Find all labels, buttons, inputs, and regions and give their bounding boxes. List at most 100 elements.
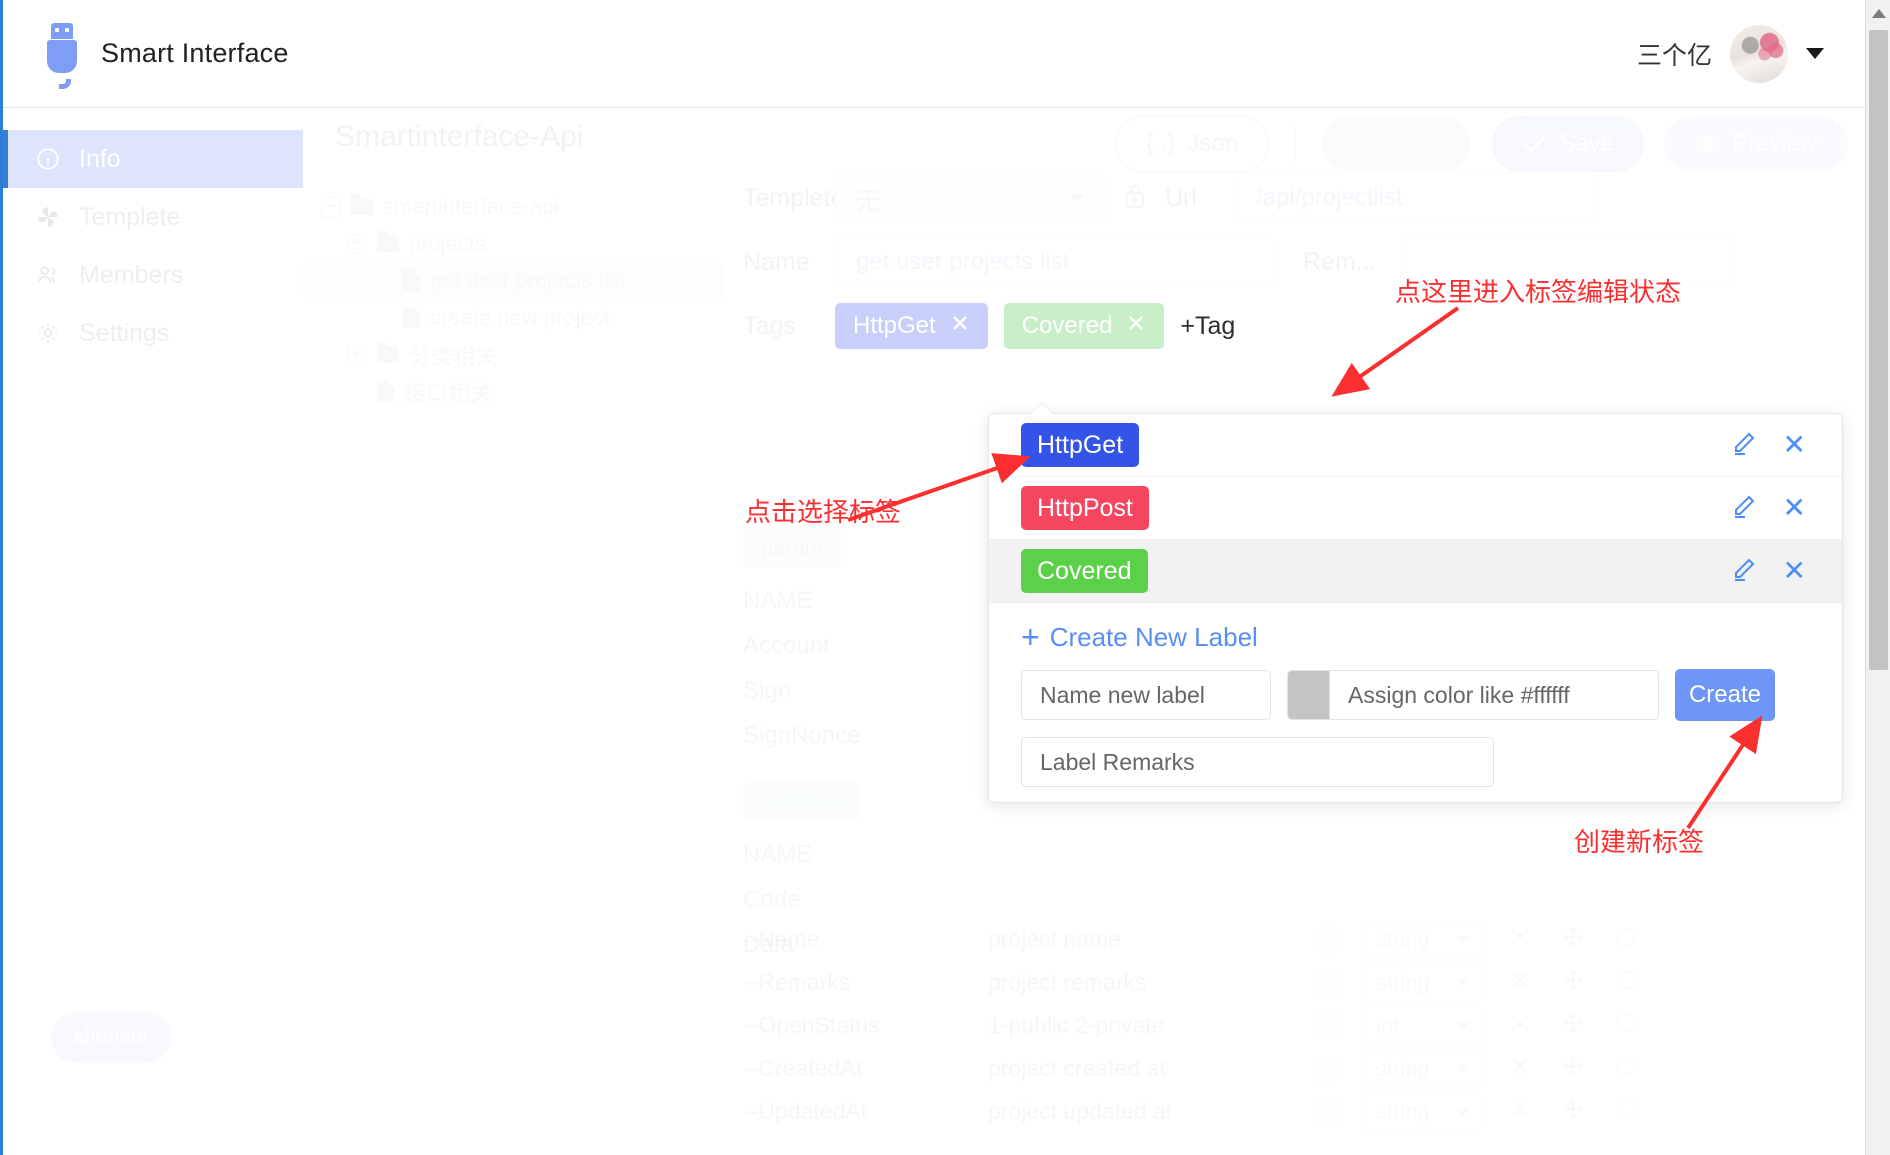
form-row-templete: Templete 无 Url /api/projectlist [743,170,1843,226]
label-row-httpget[interactable]: HttpGet ✕ [989,414,1842,477]
new-label-color-input[interactable]: Assign color like #ffffff [1329,670,1659,720]
tree-node-fenlei-xiangguan[interactable]: + 分类相关 [303,336,723,373]
array-checkbox[interactable] [1313,970,1339,996]
table-row[interactable]: --Remarks project remarks string [743,961,1863,1004]
page-title: Smartinterface-Api [335,120,583,154]
label-chip[interactable]: HttpGet [1021,423,1139,467]
tree-node-smartinterface-api[interactable]: − smartinterface-api [303,188,723,225]
check-icon [1521,133,1547,155]
type-select[interactable]: string [1363,1050,1483,1088]
tree-node-create-new-project[interactable]: create new project [303,299,723,336]
scrollbar-thumb[interactable] [1869,30,1888,670]
copy-icon[interactable] [1615,1055,1637,1083]
api-tree: − smartinterface-api − projects get user… [303,188,723,410]
header-user-area[interactable]: 三个亿 [1637,25,1824,83]
templete-select[interactable]: 无 [835,173,1105,223]
table-row[interactable]: --OpenStatus 1-public 2-private int [743,1004,1863,1047]
label-row-covered[interactable]: Covered ✕ [989,540,1842,603]
label-row-actions: ✕ [1731,430,1806,461]
close-icon[interactable]: ✕ [1783,557,1806,585]
pencil-icon[interactable] [1731,430,1757,461]
tag-chip-covered[interactable]: Covered [1004,303,1165,349]
type-select[interactable]: string [1363,1093,1483,1131]
expand-plus-icon[interactable]: + [347,345,367,365]
hide-button[interactable]: Hide [1322,116,1471,172]
copy-icon[interactable] [1615,1012,1637,1040]
move-icon[interactable] [1561,1054,1585,1084]
folder-icon [377,235,399,252]
array-checkbox[interactable] [1313,1013,1339,1039]
type-select[interactable]: string [1363,921,1483,959]
lock-icon[interactable] [1123,182,1147,215]
file-icon [403,307,420,328]
sidebar-item-info[interactable]: Info [3,130,303,188]
sidebar-item-templete[interactable]: Templete [3,188,303,246]
move-icon[interactable] [1561,1097,1585,1127]
delete-icon[interactable] [1509,1012,1531,1040]
info-icon [33,146,63,172]
tag-chip-httpget[interactable]: HttpGet [835,303,988,349]
url-input[interactable]: /api/projectlist [1235,173,1595,223]
new-label-remarks-placeholder: Label Remarks [1040,749,1195,776]
tree-node-jiekou-xiangguan[interactable]: 接口相关 [303,373,723,410]
array-checkbox[interactable] [1313,927,1339,953]
move-icon[interactable] [1561,1011,1585,1041]
close-icon[interactable] [1126,312,1146,340]
copy-icon[interactable] [1615,969,1637,997]
sidebar-item-settings[interactable]: Settings [3,304,303,362]
copy-icon[interactable] [1615,1098,1637,1126]
delete-icon[interactable] [1509,969,1531,997]
username-label: 三个亿 [1637,36,1712,72]
label-row-httppost[interactable]: HttpPost ✕ [989,477,1842,540]
logo-block[interactable]: Smart Interface [45,23,289,85]
name-input[interactable]: get user projects list [835,237,1275,287]
table-row[interactable]: --Name project name string [743,918,1863,961]
delete-icon[interactable] [1509,926,1531,954]
json-button[interactable]: {..} Json [1115,116,1269,172]
move-icon[interactable] [1561,925,1585,955]
move-icon[interactable] [1561,968,1585,998]
save-button[interactable]: Save [1491,116,1644,172]
table-row[interactable]: --UpdatedAt project updated at string [743,1090,1863,1133]
label-picker-modal: HttpGet ✕ HttpPost ✕ [988,413,1843,803]
pencil-icon[interactable] [1731,556,1757,587]
copy-icon[interactable] [1615,926,1637,954]
shortcut-button[interactable]: shortcut [51,1011,171,1063]
sidebar-item-members[interactable]: Members [3,246,303,304]
new-label-name-input[interactable]: Name new label [1021,670,1271,720]
array-checkbox[interactable] [1313,1099,1339,1125]
delete-icon[interactable] [1509,1098,1531,1126]
new-label-remarks-input[interactable]: Label Remarks [1021,737,1494,787]
color-field-group: Assign color like #ffffff [1287,670,1659,720]
add-tag-button[interactable]: +Tag [1180,312,1235,341]
table-row[interactable]: --CreatedAt project created at string [743,1047,1863,1090]
close-icon[interactable]: ✕ [1783,494,1806,522]
tree-node-action-icon[interactable] [648,268,674,294]
color-swatch[interactable] [1287,670,1329,720]
page-scrollbar[interactable] [1865,0,1890,1155]
folder-icon [377,346,399,363]
tab-param[interactable]: param [743,528,841,568]
create-button[interactable]: Create [1675,669,1775,721]
tree-node-get-user-projects-list[interactable]: get user projects list [303,262,723,299]
avatar[interactable] [1730,25,1788,83]
delete-icon[interactable] [1509,1055,1531,1083]
app-title: Smart Interface [101,38,289,69]
chevron-down-icon[interactable] [1806,48,1824,59]
collapse-minus-icon[interactable]: − [347,234,367,254]
tree-indent [347,382,367,402]
type-select[interactable]: int [1363,1007,1483,1045]
tab-success[interactable]: success [743,782,858,822]
label-chip[interactable]: HttpPost [1021,486,1149,530]
label-chip[interactable]: Covered [1021,549,1148,593]
close-icon[interactable]: ✕ [1783,431,1806,459]
type-select[interactable]: string [1363,964,1483,1002]
pencil-icon[interactable] [1731,493,1757,524]
scroll-up-arrow-icon[interactable] [1866,0,1890,26]
array-checkbox[interactable] [1313,1056,1339,1082]
tree-node-projects[interactable]: − projects [303,225,723,262]
close-icon[interactable] [950,312,970,340]
collapse-minus-icon[interactable]: − [321,197,341,217]
preview-button[interactable]: Preview [1664,116,1847,172]
create-new-label-header[interactable]: + Create New Label [1021,621,1806,653]
